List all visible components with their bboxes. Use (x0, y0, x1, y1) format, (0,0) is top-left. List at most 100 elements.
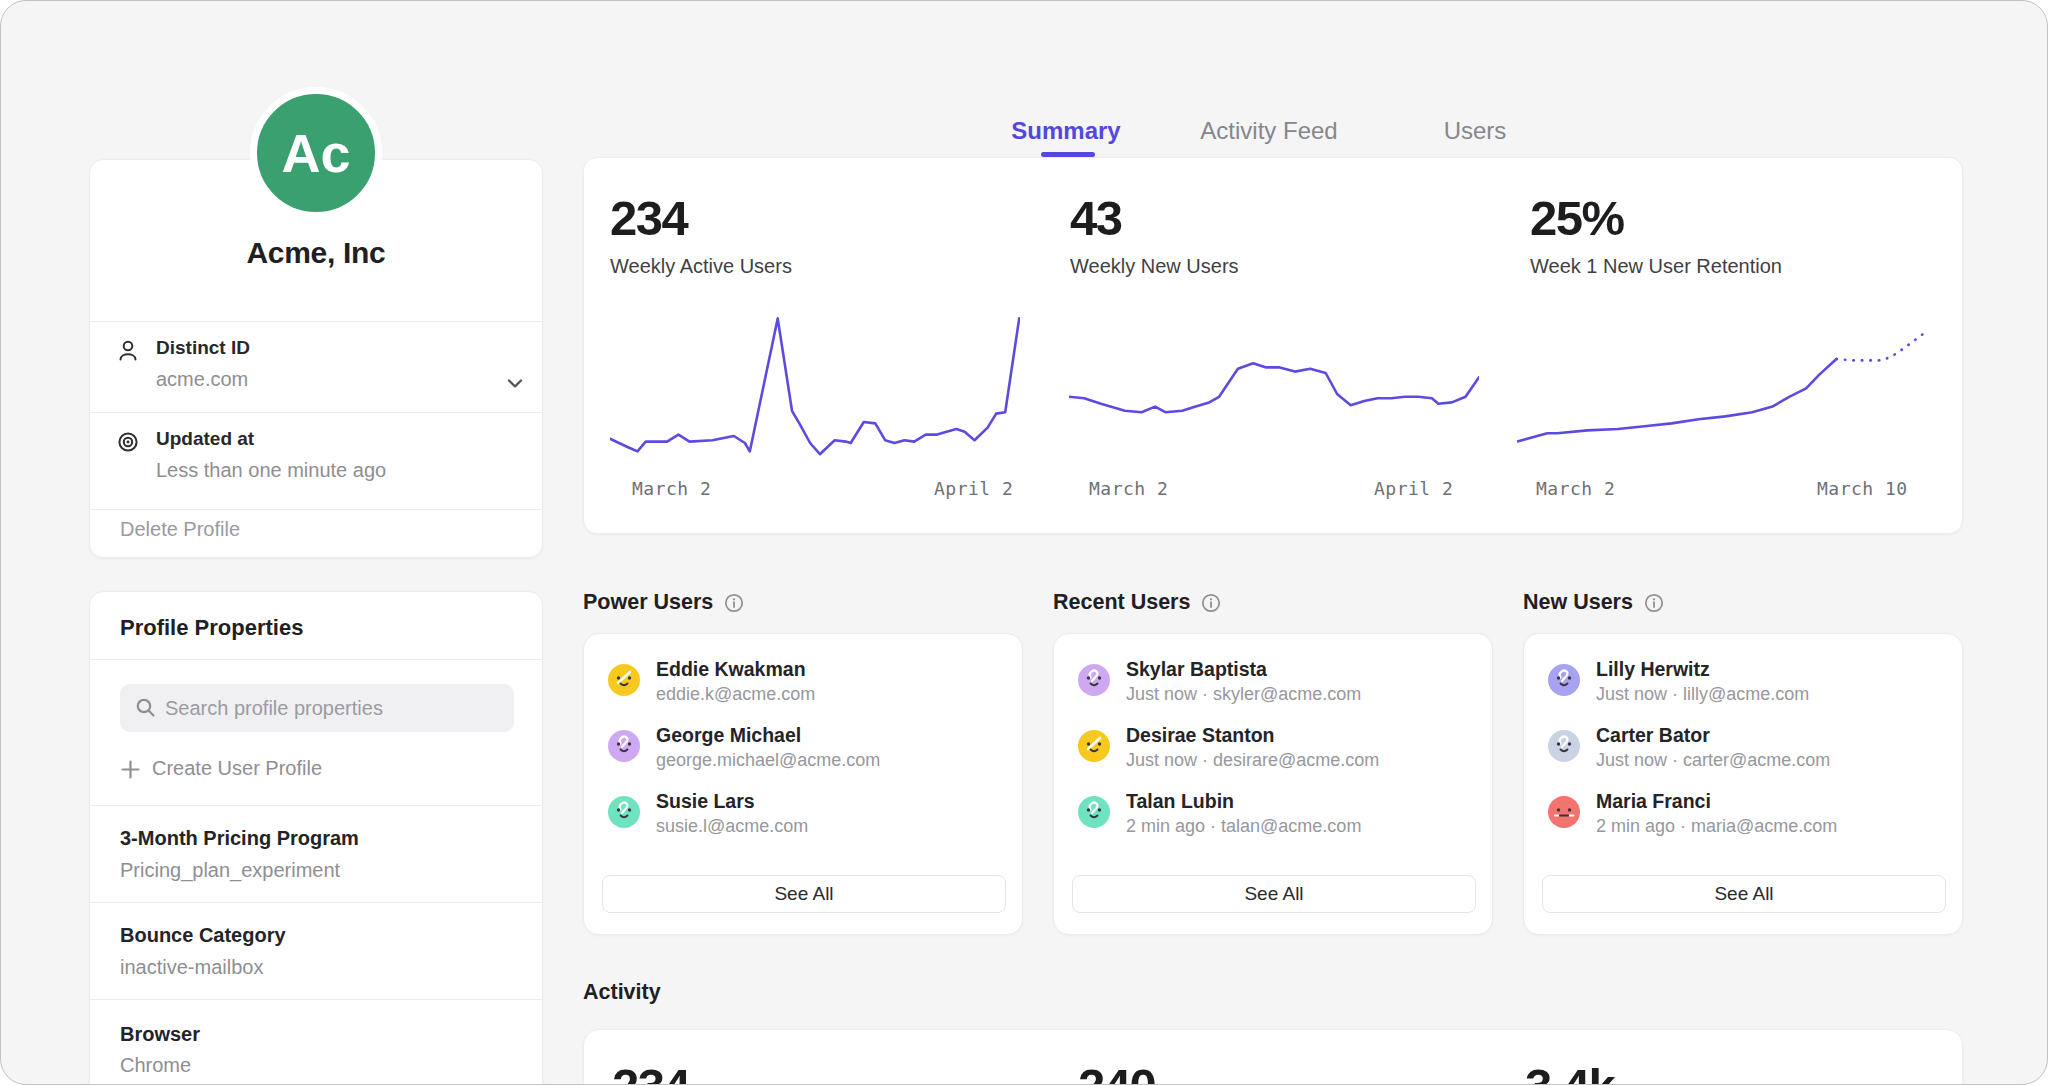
stat-label: Week 1 New User Retention (1530, 255, 1782, 278)
weekly-new-users-chart (1069, 317, 1479, 457)
see-all-button[interactable]: See All (1072, 875, 1476, 913)
info-icon[interactable] (1644, 593, 1664, 613)
chart-line (1836, 331, 1927, 360)
user-detail: susie.l@acme.com (656, 816, 808, 837)
user-avatar (1078, 730, 1110, 762)
x-tick: March 2 (1089, 478, 1168, 499)
summary-stats-card: 234 Weekly Active Users March 2 April 2 … (583, 157, 1963, 534)
updated-at-label: Updated at (156, 428, 254, 450)
activity-stat: 234 (612, 1060, 689, 1085)
x-tick: March 2 (1536, 478, 1615, 499)
property-value: inactive-mailbox (120, 956, 263, 979)
user-detail: eddie.k@acme.com (656, 684, 815, 705)
user-name[interactable]: Eddie Kwakman (656, 658, 806, 681)
stat-value: 43 (1070, 192, 1122, 246)
see-all-button[interactable]: See All (1542, 875, 1946, 913)
user-name[interactable]: George Michael (656, 724, 801, 747)
stat-label: Weekly Active Users (610, 255, 792, 278)
user-detail: Just now · skyler@acme.com (1126, 684, 1361, 705)
delete-profile-button[interactable]: Delete Profile (120, 518, 240, 541)
property-name: 3-Month Pricing Program (120, 827, 359, 850)
divider (90, 659, 542, 660)
x-tick: April 2 (934, 478, 1013, 499)
info-icon[interactable] (1201, 593, 1221, 613)
recent-users-title: Recent Users (1053, 590, 1190, 615)
x-tick: April 2 (1374, 478, 1453, 499)
stat-value: 25% (1530, 192, 1624, 246)
activity-stat: 240 (1078, 1060, 1155, 1085)
user-avatar (608, 730, 640, 762)
divider (90, 902, 542, 903)
tab-users[interactable]: Users (1444, 117, 1507, 145)
stat-week1-retention: 25% Week 1 New User Retention March 2 Ma… (1504, 158, 1964, 533)
user-detail: Just now · lilly@acme.com (1596, 684, 1809, 705)
chart-line (1069, 363, 1479, 412)
user-name[interactable]: Lilly Herwitz (1596, 658, 1710, 681)
plus-icon (120, 759, 141, 784)
stat-weekly-new-users: 43 Weekly New Users March 2 April 2 (1044, 158, 1504, 533)
distinct-id-label: Distinct ID (156, 337, 250, 359)
user-detail: 2 min ago · maria@acme.com (1596, 816, 1837, 837)
stat-label: Weekly New Users (1070, 255, 1239, 278)
tab-activity-feed[interactable]: Activity Feed (1200, 117, 1337, 145)
user-name[interactable]: Desirae Stanton (1126, 724, 1274, 747)
divider (90, 412, 542, 413)
user-name[interactable]: Talan Lubin (1126, 790, 1234, 813)
chart-line (1517, 359, 1836, 442)
property-name: Bounce Category (120, 924, 286, 947)
company-avatar: Ac (250, 87, 382, 219)
active-tab-underline (1041, 152, 1095, 157)
company-name: Acme, Inc (90, 236, 542, 270)
user-avatar (1548, 730, 1580, 762)
user-detail: george.michael@acme.com (656, 750, 880, 771)
new-users-header: New Users (1523, 590, 1664, 615)
updated-at-value: Less than one minute ago (156, 459, 386, 482)
create-user-profile-button[interactable]: Create User Profile (152, 757, 322, 780)
week1-retention-chart (1517, 317, 1927, 457)
activity-card: 234 240 3.4k (583, 1029, 1963, 1085)
user-detail: Just now · desirare@acme.com (1126, 750, 1379, 771)
power-users-header: Power Users (583, 590, 744, 615)
user-avatar (1078, 664, 1110, 696)
company-avatar-initials: Ac (281, 122, 350, 184)
user-name[interactable]: Susie Lars (656, 790, 755, 813)
info-icon[interactable] (724, 593, 744, 613)
new-users-card: Lilly Herwitz Just now · lilly@acme.com Ca… (1523, 633, 1963, 935)
chevron-down-icon[interactable] (502, 370, 528, 400)
user-name[interactable]: Maria Franci (1596, 790, 1711, 813)
user-avatar (1078, 796, 1110, 828)
user-avatar (608, 796, 640, 828)
x-tick: March 2 (632, 478, 711, 499)
stat-value: 234 (610, 192, 687, 246)
activity-title: Activity (583, 980, 661, 1005)
user-avatar (608, 664, 640, 696)
search-profile-properties-input[interactable] (120, 684, 514, 732)
new-users-title: New Users (1523, 590, 1633, 615)
divider (90, 321, 542, 322)
recent-users-header: Recent Users (1053, 590, 1221, 615)
stat-weekly-active-users: 234 Weekly Active Users March 2 April 2 (584, 158, 1044, 533)
user-avatar (1548, 664, 1580, 696)
profile-properties-title: Profile Properties (120, 615, 303, 641)
power-users-title: Power Users (583, 590, 713, 615)
user-avatar (1548, 796, 1580, 828)
property-value: Pricing_plan_experiment (120, 859, 340, 882)
person-icon (115, 338, 141, 368)
x-tick: March 10 (1817, 478, 1908, 499)
user-detail: 2 min ago · talan@acme.com (1126, 816, 1361, 837)
user-name[interactable]: Skylar Baptista (1126, 658, 1267, 681)
property-value: Chrome (120, 1054, 191, 1077)
profile-page: Ac Acme, Inc Distinct ID acme.com Update… (0, 0, 2048, 1085)
distinct-id-value: acme.com (156, 368, 248, 391)
activity-stat: 3.4k (1525, 1060, 1614, 1085)
weekly-active-users-chart (610, 317, 1020, 457)
divider (90, 805, 542, 806)
see-all-button[interactable]: See All (602, 875, 1006, 913)
power-users-card: Eddie Kwakman eddie.k@acme.com George Mich… (583, 633, 1023, 935)
user-name[interactable]: Carter Bator (1596, 724, 1710, 747)
eye-icon (115, 429, 141, 459)
profile-properties-card: Profile Properties Create User Profile 3… (89, 591, 543, 1085)
tab-summary[interactable]: Summary (1011, 117, 1120, 145)
divider (90, 509, 542, 510)
property-name: Browser (120, 1023, 200, 1046)
